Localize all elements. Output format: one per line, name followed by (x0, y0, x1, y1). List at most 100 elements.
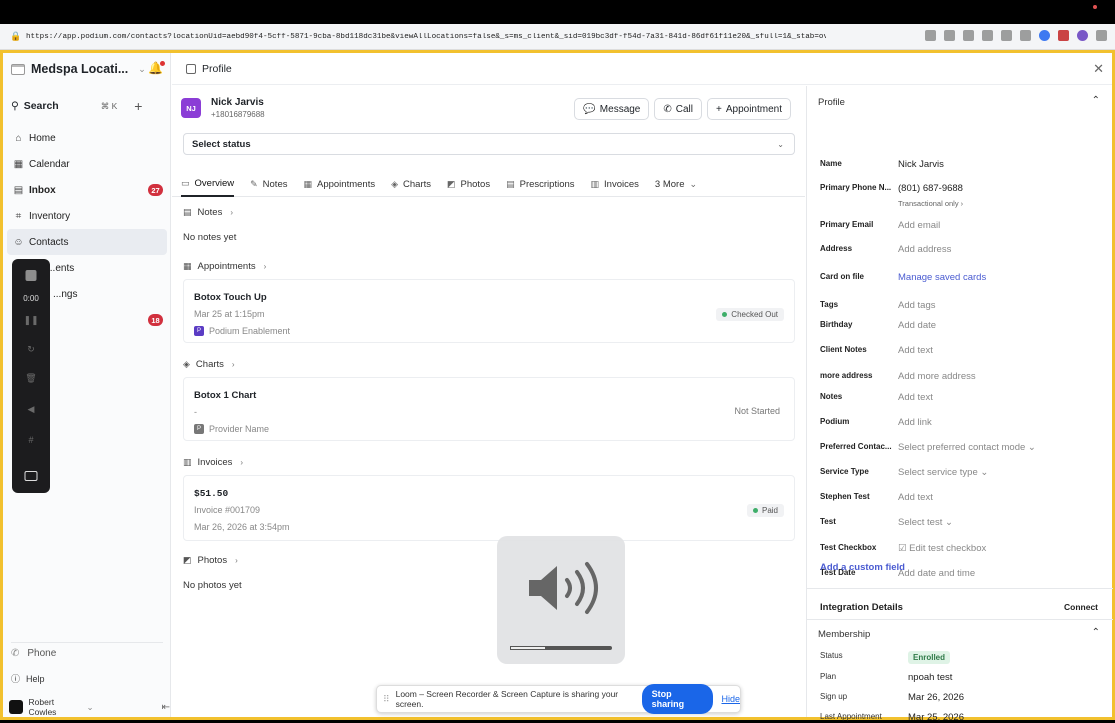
chevron-up-icon[interactable]: ⌃ (1092, 95, 1100, 106)
add-appointment-button[interactable]: + Appointment (707, 98, 791, 120)
stop-record-icon[interactable] (25, 270, 37, 281)
tab-appointments[interactable]: ▦ Appointments (303, 173, 375, 197)
field-value-text: Add address (898, 244, 952, 255)
close-icon[interactable]: ✕ (1093, 61, 1104, 77)
tab-invoices[interactable]: ▥ Invoices (591, 173, 639, 197)
search-button[interactable]: ⚲ Search ⌘ K + (11, 98, 161, 114)
notes-section-header[interactable]: ▤ Notes › (183, 207, 233, 218)
field-value[interactable]: Select service type ⌄ (898, 467, 988, 478)
field-label: Last Appointment (820, 712, 882, 721)
sidebar-item-label: Contacts (29, 236, 69, 248)
field-value[interactable]: ☑ Edit test checkbox (898, 543, 986, 554)
field-sub[interactable]: Transactional only › (898, 199, 963, 208)
field-value[interactable]: Add link (898, 417, 932, 428)
field-value[interactable]: Nick Jarvis (898, 159, 944, 170)
hide-button[interactable]: Hide (721, 694, 740, 704)
calendar-icon: ▦ (13, 158, 24, 170)
sidebar-item-calendar[interactable]: ▦ Calendar (7, 151, 167, 177)
collapse-sidebar-icon[interactable]: ⇤ (162, 702, 170, 713)
sidebar-toggle-icon[interactable] (1096, 30, 1107, 41)
tab-photos[interactable]: ◩ Photos (447, 173, 490, 197)
chart-title: Botox 1 Chart (194, 390, 257, 401)
help-icon: ⓘ (11, 674, 21, 684)
field-label: Tags (820, 300, 839, 309)
field-value[interactable]: (801) 687-9688 Transactional only › (898, 183, 963, 208)
status-select[interactable]: Select status ⌄ (183, 133, 795, 155)
sidebar-item-inventory[interactable]: ⌗ Inventory (7, 203, 167, 229)
chart-card[interactable]: Botox 1 Chart - P Provider Name Not Start… (183, 377, 795, 441)
profile-icon[interactable] (1077, 30, 1088, 41)
invoices-section-header[interactable]: ▥ Invoices › (183, 457, 243, 468)
field-value[interactable]: Add address (898, 244, 951, 255)
sidebar-item-home[interactable]: ⌂ Home (7, 125, 167, 151)
field-value[interactable]: Add date (898, 320, 936, 331)
profile-field: Primary Phone N... (801) 687-9688 Transact… (820, 183, 1110, 208)
phone-icon: ✆ (11, 648, 20, 659)
trash-icon[interactable]: 🗑 (25, 373, 36, 384)
sidebar-item-label: ...ents (47, 262, 75, 274)
divider (807, 619, 1113, 620)
field-value[interactable]: Select preferred contact mode ⌄ (898, 442, 1036, 453)
user-menu[interactable]: Robert Cowles ⌄ ⇤ (9, 697, 170, 717)
field-value[interactable]: Add text (898, 345, 933, 356)
charts-section-header[interactable]: ◈ Charts › (183, 359, 235, 370)
puzzle-icon[interactable] (1001, 30, 1012, 41)
invoice-card[interactable]: $51.50 Invoice #001709 Mar 26, 2026 at 3… (183, 475, 795, 541)
drag-handle-icon[interactable]: ⠿ (383, 694, 390, 705)
provider-icon: P (194, 424, 204, 434)
field-value[interactable]: Add email (898, 220, 940, 231)
field-value[interactable]: Manage saved cards (898, 272, 986, 283)
restart-icon[interactable]: ↻ (27, 344, 35, 355)
url-text[interactable]: https://app.podium.com/contacts?location… (26, 33, 826, 41)
field-value[interactable]: Add tags (898, 300, 936, 311)
translate-icon[interactable] (982, 30, 993, 41)
sidebar: Medspa Locati... ⌄ 🔔 ⚲ Search ⌘ K + ⌂ Ho… (3, 53, 171, 717)
connect-button[interactable]: Connect (1064, 602, 1098, 612)
photos-section-header[interactable]: ◩ Photos › (183, 555, 238, 566)
tab-overview[interactable]: ▭ Overview (181, 173, 235, 197)
field-value[interactable]: Select test ⌄ (898, 517, 953, 528)
grid-icon[interactable]: # (28, 435, 33, 445)
tab-notes[interactable]: ✎ Notes (250, 173, 287, 197)
screenshot-icon[interactable] (963, 30, 974, 41)
search-icon: ⚲ (11, 100, 19, 112)
tag-icon: ⌗ (15, 210, 22, 222)
appointment-card[interactable]: Botox Touch Up Mar 25 at 1:15pm P Podium … (183, 279, 795, 343)
overview-icon: ▭ (181, 178, 190, 188)
sidebar-item-contacts[interactable]: ☺ Contacts (7, 229, 167, 255)
tab-more[interactable]: 3 More ⌄ (655, 173, 697, 197)
status-dot (722, 312, 728, 317)
workspace-switcher[interactable]: Medspa Locati... ⌄ (11, 62, 146, 76)
field-value[interactable]: Add more address (898, 371, 976, 382)
camera-icon[interactable] (24, 471, 38, 481)
photos-icon: ◩ (447, 179, 456, 189)
membership-last-appointment: Last Appointment Mar 25, 2026 (820, 712, 1110, 723)
pause-icon[interactable]: ❚❚ (23, 315, 38, 326)
appointments-section-header[interactable]: ▦ Appointments › (183, 261, 266, 272)
add-custom-field-link[interactable]: Add a custom field (820, 562, 905, 573)
search-shortcut: ⌘ K (100, 100, 118, 111)
loom-icon[interactable] (1039, 30, 1050, 41)
camera-icon[interactable] (944, 30, 955, 41)
browser-address-bar[interactable]: 🔒 https://app.podium.com/contacts?locati… (0, 24, 1115, 50)
tab-charts[interactable]: ◈ Charts (391, 173, 431, 197)
field-value[interactable]: Add date and time (898, 568, 975, 579)
extension-icon[interactable] (1020, 30, 1031, 41)
stop-sharing-button[interactable]: Stop sharing (641, 684, 714, 714)
message-button[interactable]: 💬 Message (574, 98, 650, 120)
link-icon[interactable] (925, 30, 936, 41)
draw-icon[interactable]: ◀ (28, 404, 35, 415)
bell-icon[interactable]: 🔔 (148, 61, 165, 75)
field-value[interactable]: Add text (898, 392, 933, 403)
tab-prescriptions[interactable]: ▤ Prescriptions (506, 173, 574, 197)
sidebar-item-inbox[interactable]: ▤ Inbox 27 (7, 177, 167, 203)
call-button[interactable]: ✆ Call (654, 98, 702, 120)
help-link[interactable]: ⓘ Help (11, 672, 45, 685)
field-value[interactable]: Add text (898, 492, 933, 503)
status-dot (752, 508, 758, 513)
phone-button[interactable]: ✆ Phone (11, 642, 163, 664)
red-extension-icon[interactable] (1058, 30, 1069, 41)
chevron-up-icon[interactable]: ⌃ (1092, 627, 1100, 638)
new-plus-icon[interactable]: + (134, 98, 142, 114)
charts-icon: ◈ (391, 179, 399, 189)
